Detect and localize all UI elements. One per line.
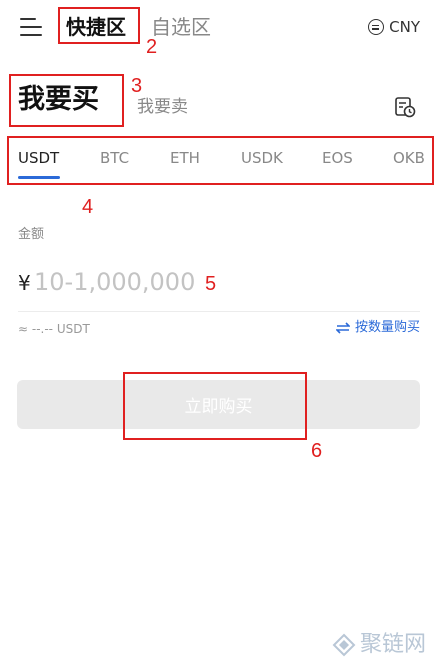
watermark-logo-icon xyxy=(332,633,356,657)
currency-selector[interactable]: CNY xyxy=(368,16,420,38)
approx-usdt-value: ≈ --.-- USDT xyxy=(18,322,90,336)
annotation-number-4: 4 xyxy=(82,196,94,218)
amount-input[interactable] xyxy=(34,264,374,300)
annotation-number-3: 3 xyxy=(131,75,143,97)
tab-watchlist-zone[interactable]: 自选区 xyxy=(151,12,211,42)
annotation-number-2: 2 xyxy=(146,36,158,58)
tab-sell[interactable]: 我要卖 xyxy=(137,94,188,120)
annotation-box-coin-tabs xyxy=(7,136,434,185)
divider xyxy=(18,311,420,312)
watermark-text: 聚链网 xyxy=(359,632,426,657)
amount-label: 金额 xyxy=(18,227,45,242)
annotation-box-quick-zone xyxy=(58,7,140,44)
swap-circle-icon xyxy=(368,19,385,35)
swap-arrows-icon xyxy=(335,322,350,334)
currency-symbol: ¥ xyxy=(18,271,31,295)
order-history-icon[interactable] xyxy=(394,96,416,118)
annotation-box-buy xyxy=(9,74,124,127)
watermark: 聚链网 xyxy=(332,630,426,660)
buy-by-quantity-link[interactable]: 按数量购买 xyxy=(335,318,420,338)
menu-icon[interactable] xyxy=(20,17,42,37)
buy-by-quantity-label: 按数量购买 xyxy=(354,320,420,335)
annotation-box-buy-button xyxy=(123,372,307,440)
annotation-number-5: 5 xyxy=(205,273,217,295)
annotation-number-6: 6 xyxy=(311,440,323,462)
currency-label: CNY xyxy=(389,18,420,36)
